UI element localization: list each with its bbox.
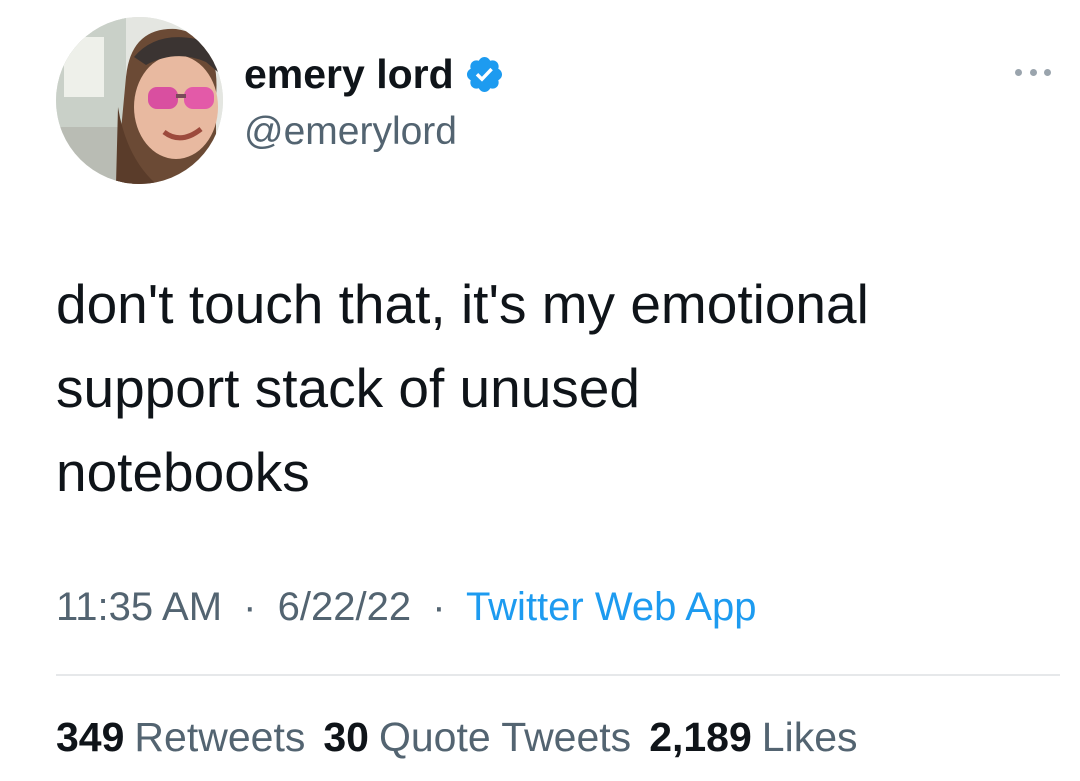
tweet-time[interactable]: 11:35 AM xyxy=(56,585,222,629)
retweets-count: 349 xyxy=(56,714,125,760)
dot-3 xyxy=(1044,68,1051,76)
tweet-date[interactable]: 6/22/22 xyxy=(278,585,411,629)
profile-photo-icon xyxy=(56,17,223,184)
retweets-label: Retweets xyxy=(134,714,306,760)
quote-tweets-count: 30 xyxy=(323,714,369,760)
tweet-text: don't touch that, it's my emotional supp… xyxy=(56,262,1056,514)
dot-2 xyxy=(1029,68,1037,76)
tweet-text-line: support stack of unused xyxy=(56,357,640,419)
username-handle[interactable]: @emerylord xyxy=(244,108,457,156)
tweet-text-line: don't touch that, it's my emotional xyxy=(56,273,869,335)
likes-count: 2,189 xyxy=(649,714,752,760)
separator-dot: · xyxy=(432,585,446,629)
dot-1 xyxy=(1015,68,1022,76)
avatar[interactable] xyxy=(56,17,223,184)
display-name[interactable]: emery lord xyxy=(244,48,505,100)
verified-badge-icon xyxy=(466,56,502,92)
display-name-text[interactable]: emery lord xyxy=(244,48,454,100)
quote-tweets-stat[interactable]: 30 Quote Tweets xyxy=(323,711,631,763)
tweet-card: emery lord @emerylord don't touch that, … xyxy=(0,0,1080,781)
tweet-source-link[interactable]: Twitter Web App xyxy=(466,585,757,629)
engagement-stats: 349 Retweets 30 Quote Tweets 2,189 Likes xyxy=(56,711,876,763)
quote-tweets-label: Quote Tweets xyxy=(378,714,632,760)
likes-label: Likes xyxy=(761,714,858,760)
retweets-stat[interactable]: 349 Retweets xyxy=(56,711,305,763)
tweet-metadata: 11:35 AM · 6/22/22 · Twitter Web App xyxy=(56,581,756,633)
tweet-text-line: notebooks xyxy=(56,441,310,503)
likes-stat[interactable]: 2,189 Likes xyxy=(649,711,857,763)
more-options-icon[interactable] xyxy=(1015,62,1051,82)
divider xyxy=(56,674,1060,676)
separator-dot: · xyxy=(243,585,257,629)
